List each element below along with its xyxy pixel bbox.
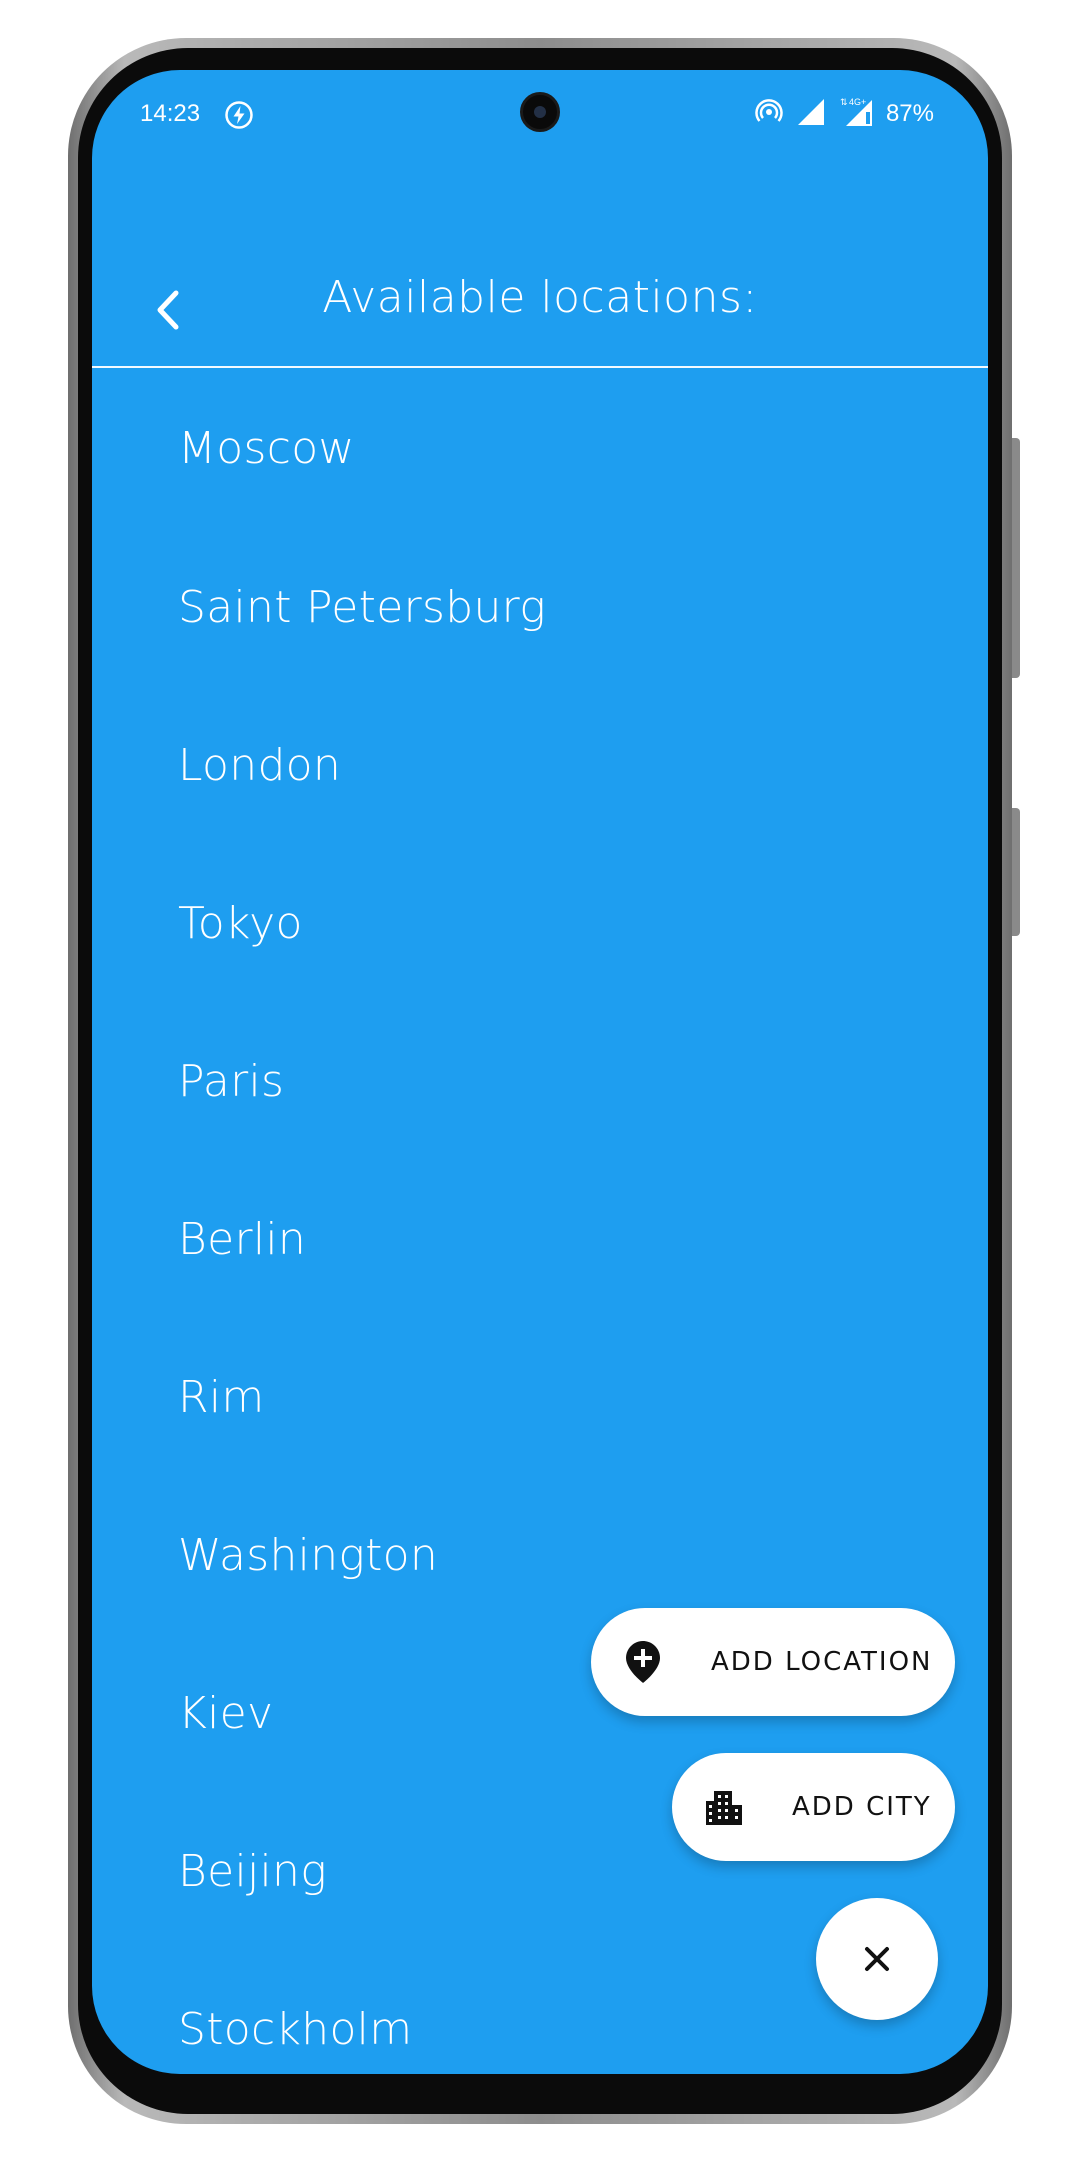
add-location-pin-icon bbox=[623, 1640, 663, 1684]
list-item[interactable]: Paris bbox=[92, 1002, 988, 1160]
list-item[interactable]: Berlin bbox=[92, 1160, 988, 1318]
status-icons: ⇅ 4G+ 87% bbox=[754, 96, 934, 132]
close-icon bbox=[865, 1947, 889, 1971]
status-time: 14:23 bbox=[140, 100, 201, 127]
front-camera bbox=[520, 92, 560, 132]
list-item[interactable]: Saint Petersburg bbox=[92, 528, 988, 686]
wifi-signal-icon bbox=[796, 97, 826, 131]
hotspot-icon bbox=[754, 97, 784, 131]
add-city-label: ADD CITY bbox=[792, 1792, 932, 1822]
battery-level: 87% bbox=[885, 100, 934, 127]
cell-signal-icon: ⇅ 4G+ bbox=[838, 96, 874, 132]
status-bar: 14:23 ⇅ 4G+ 87% bbox=[92, 70, 988, 160]
city-buildings-icon bbox=[704, 1785, 744, 1829]
power-button bbox=[1012, 808, 1020, 936]
close-fab-button[interactable] bbox=[816, 1898, 938, 2020]
svg-text:⇅: ⇅ bbox=[840, 97, 848, 107]
list-item[interactable]: London bbox=[92, 686, 988, 844]
add-location-button[interactable]: ADD LOCATION bbox=[591, 1608, 955, 1716]
svg-text:4G+: 4G+ bbox=[849, 97, 866, 107]
list-item[interactable]: Moscow bbox=[92, 368, 988, 528]
volume-button bbox=[1012, 438, 1020, 678]
list-item[interactable]: Tokyo bbox=[92, 844, 988, 1002]
power-save-bolt-icon bbox=[224, 100, 254, 130]
add-location-label: ADD LOCATION bbox=[711, 1647, 933, 1677]
add-city-button[interactable]: ADD CITY bbox=[672, 1753, 955, 1861]
app-bar: Available locations: bbox=[92, 250, 988, 368]
list-item[interactable]: Rim bbox=[92, 1318, 988, 1476]
page-title: Available locations: bbox=[322, 272, 758, 323]
app-screen: 14:23 ⇅ 4G+ 87% Available locations: Mos… bbox=[92, 70, 988, 2074]
